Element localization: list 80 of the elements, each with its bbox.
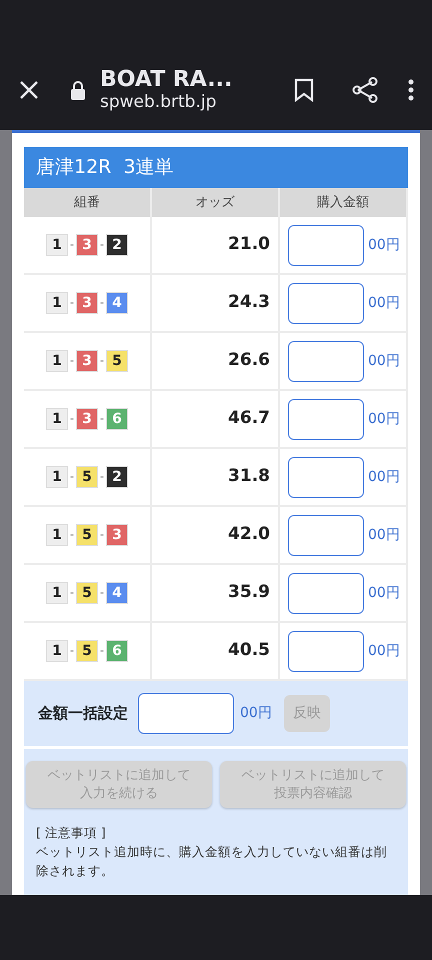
dash-separator: - bbox=[70, 352, 74, 369]
close-icon[interactable] bbox=[18, 79, 40, 101]
share-icon[interactable] bbox=[352, 77, 378, 103]
unit-label: 00円 bbox=[368, 352, 400, 370]
boat-number: 5 bbox=[76, 640, 98, 662]
boat-number: 1 bbox=[46, 582, 68, 604]
boat-number: 4 bbox=[106, 582, 128, 604]
unit-label: 00円 bbox=[240, 704, 272, 723]
boat-number: 6 bbox=[106, 408, 128, 430]
bulk-label: 金額一括設定 bbox=[38, 703, 128, 724]
odds-value: 35.9 bbox=[228, 581, 270, 604]
amount-input[interactable] bbox=[288, 340, 364, 382]
amount-input[interactable] bbox=[288, 282, 364, 324]
bookmark-icon[interactable] bbox=[294, 78, 314, 102]
boat-number: 3 bbox=[76, 234, 98, 256]
odds-value: 24.3 bbox=[228, 291, 270, 314]
boat-number: 1 bbox=[46, 640, 68, 662]
dash-separator: - bbox=[70, 468, 74, 485]
boat-number: 6 bbox=[106, 640, 128, 662]
dash-separator: - bbox=[100, 294, 104, 311]
lock-icon bbox=[70, 80, 86, 100]
amount-input[interactable] bbox=[288, 630, 364, 672]
odds-value: 40.5 bbox=[228, 639, 270, 662]
notes-heading: [ 注意事項 ] bbox=[35, 824, 107, 842]
unit-label: 00円 bbox=[368, 294, 400, 312]
unit-label: 00円 bbox=[368, 526, 400, 544]
boat-number: 2 bbox=[106, 234, 128, 256]
boat-number: 2 bbox=[106, 466, 128, 488]
boat-number: 4 bbox=[106, 292, 128, 314]
dash-separator: - bbox=[70, 526, 74, 543]
dash-separator: - bbox=[70, 410, 74, 427]
amount-input[interactable] bbox=[288, 456, 364, 498]
dash-separator: - bbox=[100, 584, 104, 601]
page-url: spweb.brtb.jp bbox=[100, 92, 218, 112]
unit-label: 00円 bbox=[368, 410, 400, 428]
boat-number: 3 bbox=[76, 408, 98, 430]
boat-number: 1 bbox=[46, 524, 68, 546]
odds-value: 42.0 bbox=[228, 523, 270, 546]
dash-separator: - bbox=[70, 294, 74, 311]
dash-separator: - bbox=[100, 642, 104, 659]
boat-number: 5 bbox=[76, 524, 98, 546]
boat-number: 5 bbox=[106, 350, 128, 372]
boat-number: 3 bbox=[76, 292, 98, 314]
odds-value: 21.0 bbox=[228, 233, 270, 256]
dash-separator: - bbox=[100, 526, 104, 543]
unit-label: 00円 bbox=[368, 236, 400, 254]
amount-input[interactable] bbox=[288, 398, 364, 440]
boat-number: 1 bbox=[46, 350, 68, 372]
dash-separator: - bbox=[100, 236, 104, 253]
odds-value: 31.8 bbox=[228, 465, 270, 488]
boat-number: 1 bbox=[46, 292, 68, 314]
unit-label: 00円 bbox=[368, 642, 400, 660]
bulk-amount-input[interactable] bbox=[138, 693, 234, 734]
amount-input[interactable] bbox=[288, 572, 364, 614]
boat-number: 1 bbox=[46, 466, 68, 488]
page-title: BOAT RA... bbox=[100, 68, 234, 92]
amount-input[interactable] bbox=[288, 514, 364, 556]
dash-separator: - bbox=[100, 352, 104, 369]
column-header: 組番 bbox=[24, 188, 152, 217]
boat-number: 1 bbox=[46, 408, 68, 430]
column-header: 購入金額 bbox=[280, 188, 408, 217]
amount-input[interactable] bbox=[288, 224, 364, 266]
dash-separator: - bbox=[70, 584, 74, 601]
boat-number: 5 bbox=[76, 582, 98, 604]
unit-label: 00円 bbox=[368, 468, 400, 486]
boat-number: 5 bbox=[76, 466, 98, 488]
dash-separator: - bbox=[70, 236, 74, 253]
notes-text: ベットリスト追加時に、購入金額を入力していない組番は削除されます。 bbox=[35, 842, 388, 880]
dash-separator: - bbox=[100, 410, 104, 427]
dash-separator: - bbox=[100, 468, 104, 485]
column-header: オッズ bbox=[152, 188, 280, 217]
odds-value: 46.7 bbox=[228, 407, 270, 430]
boat-number: 3 bbox=[106, 524, 128, 546]
unit-label: 00円 bbox=[368, 584, 400, 602]
boat-number: 3 bbox=[76, 350, 98, 372]
odds-value: 26.6 bbox=[228, 349, 270, 372]
modal-title: 唐津12R 3連単 bbox=[24, 147, 408, 188]
more-icon[interactable] bbox=[408, 79, 414, 101]
boat-number: 1 bbox=[46, 234, 68, 256]
dash-separator: - bbox=[70, 642, 74, 659]
